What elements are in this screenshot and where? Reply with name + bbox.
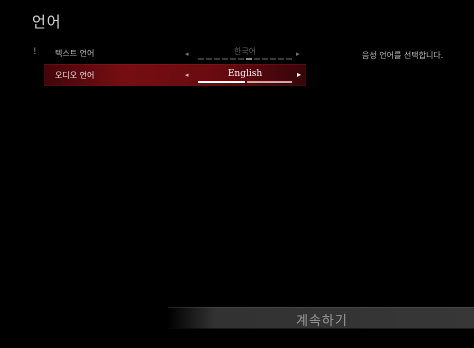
continue-button[interactable]: 계속하기 xyxy=(168,307,474,329)
audio-language-label: 오디오 언어 xyxy=(55,71,95,80)
option-dash xyxy=(230,58,236,60)
text-language-label: 텍스트 언어 xyxy=(55,49,95,58)
option-dash xyxy=(238,58,244,60)
audio-language-setting[interactable]: 오디오 언어 ◂ English ▸ xyxy=(44,64,306,86)
option-dash xyxy=(198,58,204,60)
option-dash xyxy=(254,58,260,60)
audio-language-value: English xyxy=(227,69,263,79)
option-dash xyxy=(270,58,276,60)
setting-description: 음성 언어를 선택합니다. xyxy=(362,51,444,60)
text-language-option-indicator xyxy=(198,58,292,60)
page-title: 언어 xyxy=(32,13,62,31)
text-language-prev-arrow-icon[interactable]: ◂ xyxy=(185,50,189,58)
option-dash xyxy=(262,58,268,60)
option-dash xyxy=(206,58,212,60)
text-language-next-arrow-icon[interactable]: ▸ xyxy=(296,50,300,58)
option-dash xyxy=(278,58,284,60)
alert-marker-icon: ! xyxy=(33,47,37,57)
option-dash xyxy=(286,58,292,60)
text-language-value: 한국어 xyxy=(233,47,257,56)
audio-language-next-arrow-icon[interactable]: ▸ xyxy=(297,70,301,79)
audio-language-prev-arrow-icon[interactable]: ◂ xyxy=(185,71,189,79)
continue-button-label: 계속하기 xyxy=(296,314,348,329)
option-dash xyxy=(214,58,220,60)
audio-language-remaining-bar xyxy=(247,81,292,83)
option-dash-selected xyxy=(246,58,252,60)
audio-language-selected-bar xyxy=(198,81,245,83)
text-language-setting[interactable]: 텍스트 언어 ◂ 한국어 ▸ xyxy=(44,44,306,64)
option-dash xyxy=(222,58,228,60)
